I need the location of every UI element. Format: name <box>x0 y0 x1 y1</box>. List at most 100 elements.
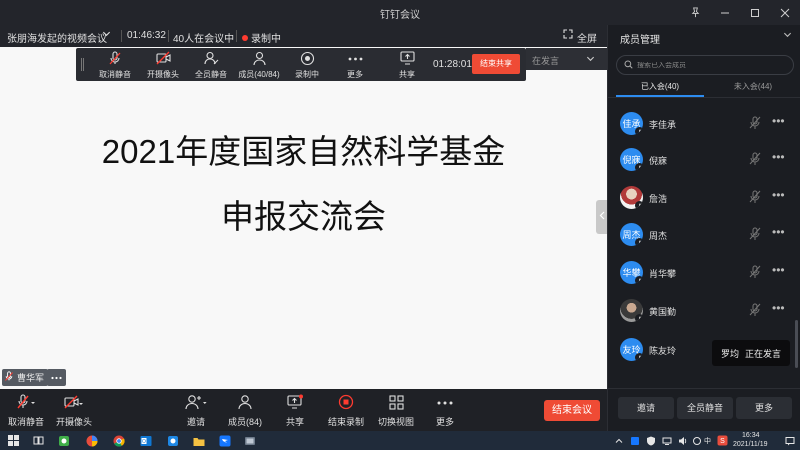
drag-handle[interactable] <box>81 58 84 71</box>
avatar <box>620 299 643 322</box>
mic-muted-icon <box>635 201 643 209</box>
chrome-icon[interactable] <box>112 434 125 447</box>
avatar: 友玲 <box>620 338 643 361</box>
tray-misc-icon[interactable] <box>690 434 703 447</box>
mic-muted-icon[interactable] <box>749 190 761 209</box>
mic-muted-icon[interactable] <box>749 303 761 322</box>
tray-app-icon[interactable] <box>628 434 641 447</box>
participant-count: 40人在会议中 <box>173 34 235 45</box>
active-speaker-toast: 罗均 正在发言 <box>712 340 790 366</box>
speaker-name: 罗均 <box>720 348 739 359</box>
chevron-left-icon <box>599 211 605 223</box>
member-panel: 成员管理 已入会(40) 未入会(44) 佳承 李佳承 ••• 倪寐 倪寐 ••… <box>607 25 800 431</box>
more-button[interactable]: 更多 <box>736 397 792 419</box>
share-button[interactable]: 共享 <box>386 51 428 80</box>
invite-button[interactable]: 邀请 <box>178 394 214 428</box>
invite-button[interactable]: 邀请 <box>618 397 674 419</box>
member-search-box[interactable] <box>616 55 794 75</box>
outlook-icon[interactable]: O <box>139 434 152 447</box>
recording-button[interactable]: 录制中 <box>286 51 328 80</box>
file-explorer-icon[interactable] <box>192 434 205 447</box>
member-row[interactable]: 周杰 周杰 ••• <box>608 221 792 249</box>
member-more-icon[interactable]: ••• <box>772 225 785 239</box>
title-bar: 钉钉会议 <box>0 0 800 25</box>
more-button[interactable]: 更多 <box>334 51 376 80</box>
chevron-down-icon[interactable] <box>586 54 595 65</box>
share-button[interactable]: 共享 <box>280 394 310 428</box>
member-more-icon[interactable]: ••• <box>772 301 785 315</box>
stop-recording-button[interactable]: 结束录制 <box>326 394 366 428</box>
camera-button[interactable]: 开摄像头 <box>142 51 184 80</box>
meeting-title[interactable]: 张朋海发起的视频会议 <box>7 30 107 45</box>
member-panel-footer: 邀请 全员静音 更多 <box>608 388 800 431</box>
tab-not-joined[interactable]: 未入会(44) <box>705 81 800 92</box>
members-button[interactable]: 成员(40/84) <box>238 51 280 80</box>
unmute-button[interactable]: 取消静音 <box>94 50 136 80</box>
window-controls <box>680 0 800 25</box>
member-row[interactable]: 黄国勤 ••• <box>608 297 792 325</box>
unmute-button[interactable]: 取消静音 <box>6 394 46 428</box>
member-name: 倪寐 <box>649 156 668 166</box>
chevron-up-icon[interactable] <box>612 434 625 447</box>
ime-indicator[interactable]: 中 <box>704 436 711 446</box>
fullscreen-button[interactable]: 全屏 <box>577 30 597 45</box>
member-row[interactable]: 佳承 李佳承 ••• <box>608 110 792 138</box>
minimize-icon[interactable] <box>710 0 740 25</box>
member-search-input[interactable] <box>637 61 787 69</box>
member-more-icon[interactable]: ••• <box>772 150 785 164</box>
mic-muted-icon[interactable] <box>749 265 761 284</box>
record-dot-icon <box>242 35 248 41</box>
member-row[interactable]: 倪寐 倪寐 ••• <box>608 146 792 174</box>
switch-view-button[interactable]: 切换视图 <box>376 394 416 428</box>
pin-icon[interactable] <box>680 0 710 25</box>
chevron-down-icon[interactable] <box>783 30 792 42</box>
mute-all-button[interactable]: 全员静音 <box>677 397 733 419</box>
end-meeting-button[interactable]: 结束会议 <box>544 400 600 421</box>
member-more-icon[interactable]: ••• <box>772 188 785 202</box>
collapse-panel-handle[interactable] <box>596 200 607 234</box>
member-row[interactable]: 华攀 肖华攀 ••• <box>608 259 792 287</box>
task-view-icon[interactable] <box>32 434 45 447</box>
dingtalk-meeting-window: 钉钉会议 张朋海发起的视频会议 01:46:32 40人在会议中 录制中 全屏 … <box>0 0 800 450</box>
mic-muted-icon <box>108 50 122 68</box>
grid-view-icon <box>388 394 404 412</box>
mic-muted-icon <box>635 314 643 322</box>
camera-button[interactable]: 开摄像头 <box>54 394 94 428</box>
fullscreen-icon[interactable] <box>563 29 573 42</box>
app-generic-icon[interactable] <box>243 434 256 447</box>
video-more-button[interactable] <box>47 369 66 386</box>
dingtalk-icon[interactable] <box>218 434 231 447</box>
stop-share-button[interactable]: 结束共享 <box>472 54 520 74</box>
member-row[interactable]: 詹浩 ••• <box>608 184 792 212</box>
more-button[interactable]: 更多 <box>430 394 460 428</box>
svg-text:O: O <box>142 439 146 445</box>
mic-muted-icon[interactable] <box>749 152 761 171</box>
volume-icon[interactable] <box>676 434 689 447</box>
mute-all-button[interactable]: 全员静音 <box>190 51 232 80</box>
close-icon[interactable] <box>770 0 800 25</box>
mic-muted-icon[interactable] <box>749 227 761 246</box>
members-button[interactable]: 成员(84) <box>224 394 266 428</box>
app-colorful-icon[interactable] <box>85 434 98 447</box>
member-more-icon[interactable]: ••• <box>772 263 785 277</box>
windows-start-icon[interactable] <box>7 434 20 447</box>
avatar: 华攀 <box>620 261 643 284</box>
app-green-icon[interactable] <box>57 434 70 447</box>
input-method-icon[interactable]: S <box>716 434 729 447</box>
slide-title-line2: 申报交流会 <box>221 198 386 235</box>
tray-security-icon[interactable] <box>644 434 657 447</box>
mic-muted-icon[interactable] <box>749 116 761 135</box>
member-more-icon[interactable]: ••• <box>772 114 785 128</box>
app-blue-icon[interactable] <box>166 434 179 447</box>
maximize-icon[interactable] <box>740 0 770 25</box>
svg-text:S: S <box>720 438 725 445</box>
network-icon[interactable] <box>660 434 673 447</box>
mic-muted-icon <box>16 394 36 412</box>
tab-joined[interactable]: 已入会(40) <box>612 81 708 92</box>
stop-record-icon <box>338 394 354 412</box>
chevron-down-icon[interactable] <box>102 29 111 41</box>
member-list-scrollbar[interactable] <box>795 320 798 368</box>
notification-icon[interactable] <box>783 434 796 447</box>
elapsed-time: 01:46:32 <box>127 30 166 41</box>
divider <box>168 30 169 42</box>
